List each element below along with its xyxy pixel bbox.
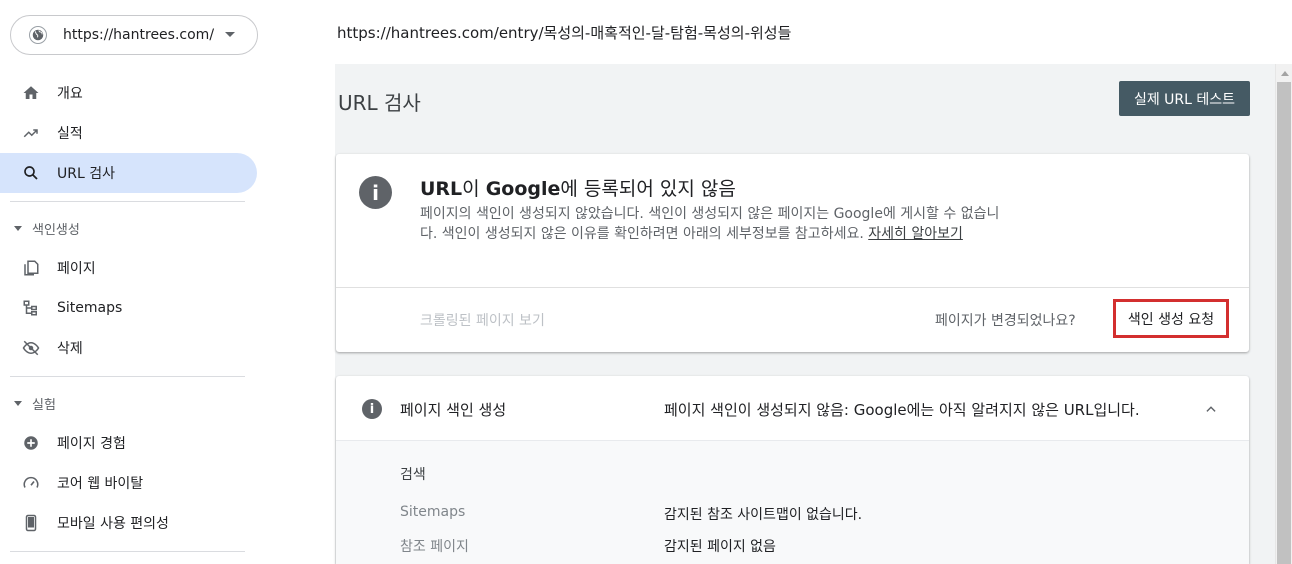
divider: [10, 201, 245, 202]
home-icon: [22, 84, 40, 102]
sidebar-item-core-web-vitals[interactable]: 코어 웹 바이탈: [0, 463, 257, 503]
scrollbar[interactable]: [1275, 64, 1292, 564]
sidebar: https://hantrees.com/ 개요 실적 URL 검사 색인생성 …: [0, 0, 265, 564]
divider: [336, 287, 1249, 288]
inspected-url[interactable]: https://hantrees.com/entry/목성의-매혹적인-달-탐험…: [337, 22, 791, 43]
section-header-indexing[interactable]: 색인생성: [14, 219, 80, 238]
smartphone-icon: [22, 514, 40, 532]
sidebar-item-label: 페이지: [57, 261, 96, 277]
sidebar-item-label: URL 검사: [57, 166, 115, 182]
sidebar-item-label: Sitemaps: [57, 300, 123, 316]
chevron-up-icon[interactable]: [1204, 402, 1218, 416]
property-selector[interactable]: https://hantrees.com/: [10, 15, 258, 55]
sidebar-item-mobile-usability[interactable]: 모바일 사용 편의성: [0, 503, 257, 543]
scrollbar-thumb[interactable]: [1277, 82, 1291, 564]
page-changed-question: 페이지가 변경되었나요?: [935, 313, 1076, 329]
inspected-url-bar: https://hantrees.com/entry/목성의-매혹적인-달-탐험…: [265, 0, 1292, 64]
detail-key: 참조 페이지: [400, 539, 469, 555]
section-header-experience[interactable]: 실험: [14, 394, 56, 413]
section-title: 색인생성: [32, 223, 80, 238]
status-description: 페이지의 색인이 생성되지 않았습니다. 색인이 생성되지 않은 페이지는 Go…: [420, 206, 1000, 242]
page-indexing-details: 검색 Sitemaps 감지된 참조 사이트맵이 없습니다. 참조 페이지 감지…: [336, 440, 1249, 564]
divider: [10, 551, 245, 552]
sitemap-icon: [22, 299, 40, 317]
sidebar-item-label: 코어 웹 바이탈: [57, 476, 144, 492]
sidebar-item-label: 모바일 사용 편의성: [57, 516, 169, 532]
section-title: 실험: [32, 398, 56, 413]
eye-off-icon: [22, 339, 40, 357]
sidebar-item-page-experience[interactable]: 페이지 경험: [0, 423, 257, 463]
divider: [10, 376, 245, 377]
sidebar-item-overview[interactable]: 개요: [0, 73, 257, 113]
globe-icon: [29, 26, 47, 44]
sidebar-item-label: 삭제: [57, 341, 83, 357]
plus-circle-icon: [22, 434, 40, 452]
scroll-up-icon[interactable]: [1281, 71, 1289, 76]
status-headline: URL이 Google에 등록되어 있지 않음: [420, 178, 736, 200]
sidebar-item-label: 실적: [57, 126, 83, 142]
caret-down-icon: [14, 401, 22, 406]
pages-icon: [22, 259, 40, 277]
chevron-down-icon: [225, 32, 235, 37]
sidebar-item-pages[interactable]: 페이지: [0, 248, 257, 288]
sidebar-item-label: 개요: [57, 86, 83, 102]
property-url: https://hantrees.com/: [63, 27, 215, 43]
page-indexing-header[interactable]: i 페이지 색인 생성 페이지 색인이 생성되지 않음: Google에는 아직…: [336, 376, 1249, 440]
request-indexing-button[interactable]: 색인 생성 요청: [1113, 299, 1229, 338]
sidebar-item-url-inspection[interactable]: URL 검사: [0, 153, 257, 193]
info-icon: i: [359, 176, 392, 209]
sidebar-item-removals[interactable]: 삭제: [0, 328, 257, 368]
view-crawled-page-button[interactable]: 크롤링된 페이지 보기: [420, 310, 545, 330]
detail-value: 감지된 참조 사이트맵이 없습니다.: [664, 507, 863, 523]
detail-key: Sitemaps: [400, 504, 466, 520]
trending-up-icon: [22, 124, 40, 142]
caret-down-icon: [14, 226, 22, 231]
page-indexing-card: i 페이지 색인 생성 페이지 색인이 생성되지 않음: Google에는 아직…: [336, 376, 1249, 564]
sidebar-item-performance[interactable]: 실적: [0, 113, 257, 153]
detail-value: 감지된 페이지 없음: [664, 539, 776, 555]
index-status-card: i URL이 Google에 등록되어 있지 않음 페이지의 색인이 생성되지 …: [336, 154, 1249, 352]
sidebar-item-sitemaps[interactable]: Sitemaps: [0, 288, 257, 328]
page-indexing-summary: 페이지 색인이 생성되지 않음: Google에는 아직 알려지지 않은 URL…: [664, 401, 1140, 419]
page-indexing-title: 페이지 색인 생성: [400, 401, 507, 419]
search-icon: [22, 164, 40, 182]
details-group-title: 검색: [400, 467, 426, 483]
learn-more-link[interactable]: 자세히 알아보기: [868, 226, 963, 242]
test-live-url-button[interactable]: 실제 URL 테스트: [1119, 81, 1250, 116]
sidebar-item-label: 페이지 경험: [57, 436, 126, 452]
speedometer-icon: [22, 474, 40, 492]
page-title: URL 검사: [338, 91, 421, 115]
info-icon: i: [362, 399, 382, 419]
